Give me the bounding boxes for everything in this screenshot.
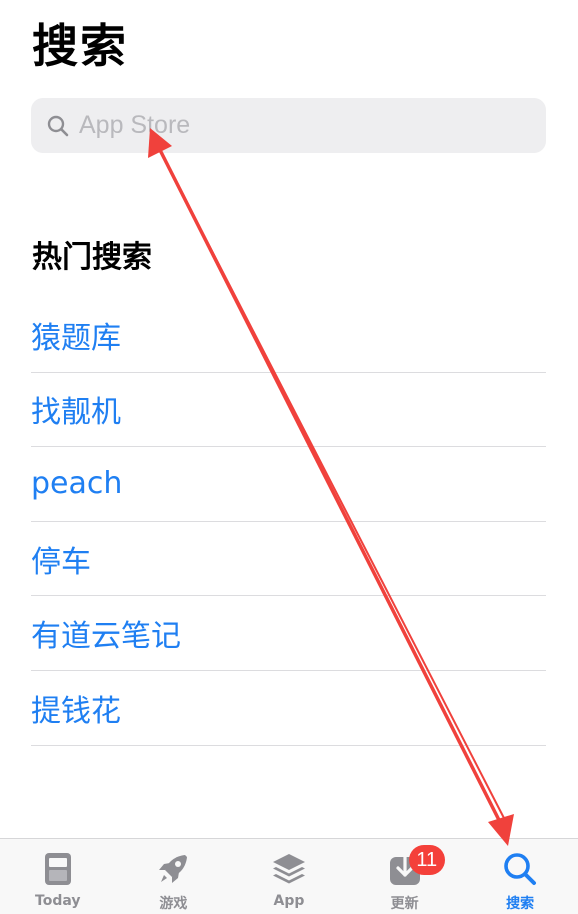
updates-badge: 11 bbox=[408, 845, 445, 875]
tab-apps[interactable]: App bbox=[231, 839, 347, 914]
trending-item-yuantiku[interactable]: 猿题库 bbox=[31, 298, 546, 373]
trending-item-peach[interactable]: peach bbox=[31, 447, 546, 522]
today-icon bbox=[38, 849, 78, 889]
tab-label: App bbox=[273, 893, 305, 909]
tab-label: 搜索 bbox=[506, 896, 535, 912]
search-input[interactable] bbox=[79, 105, 519, 146]
tab-label: 更新 bbox=[390, 896, 419, 912]
search-icon bbox=[500, 849, 540, 889]
layers-icon bbox=[269, 849, 309, 889]
page-title: 搜索 bbox=[32, 19, 128, 73]
tab-today[interactable]: Today bbox=[0, 839, 116, 914]
tab-games[interactable]: 游戏 bbox=[116, 839, 232, 914]
tab-bar: Today 游戏 App 11 更新 搜索 bbox=[0, 838, 578, 914]
trending-item-label: 提钱花 bbox=[31, 693, 121, 729]
search-bar[interactable] bbox=[31, 98, 546, 153]
trending-item-youdao-note[interactable]: 有道云笔记 bbox=[31, 596, 546, 671]
trending-item-zhaoliangji[interactable]: 找靓机 bbox=[31, 373, 546, 448]
trending-item-label: 停车 bbox=[31, 544, 91, 580]
tab-label: Today bbox=[35, 893, 81, 909]
rocket-icon bbox=[153, 849, 193, 889]
trending-item-label: 有道云笔记 bbox=[31, 619, 181, 655]
tab-updates[interactable]: 11 更新 bbox=[347, 839, 463, 914]
trending-item-tingche[interactable]: 停车 bbox=[31, 522, 546, 597]
trending-item-label: peach bbox=[31, 466, 123, 502]
trending-item-label: 猿题库 bbox=[31, 320, 121, 356]
trending-list: 猿题库 找靓机 peach 停车 有道云笔记 提钱花 bbox=[31, 298, 546, 746]
tab-search[interactable]: 搜索 bbox=[462, 839, 578, 914]
trending-title: 热门搜索 bbox=[32, 240, 152, 275]
trending-item-label: 找靓机 bbox=[31, 395, 121, 431]
tab-label: 游戏 bbox=[159, 896, 188, 912]
search-icon bbox=[45, 113, 71, 139]
trending-item-tiqianhua[interactable]: 提钱花 bbox=[31, 671, 546, 746]
